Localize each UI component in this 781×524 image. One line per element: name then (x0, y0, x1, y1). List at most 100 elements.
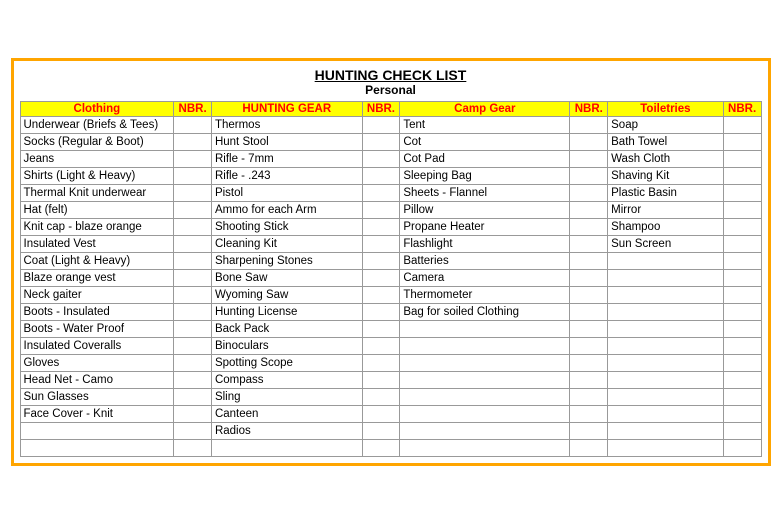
gear-cell: Pistol (211, 185, 362, 202)
clothing-cell: Thermal Knit underwear (20, 185, 174, 202)
table-row: GlovesSpotting Scope (20, 355, 761, 372)
nbr1-cell (174, 151, 212, 168)
clothing-cell: Boots - Water Proof (20, 321, 174, 338)
toiletries-cell (608, 304, 724, 321)
table-row: Radios (20, 423, 761, 440)
gear-cell: Bone Saw (211, 270, 362, 287)
nbr2-cell (362, 321, 400, 338)
nbr2-cell (362, 287, 400, 304)
camp-cell: Bag for soiled Clothing (400, 304, 570, 321)
nbr2-cell (362, 304, 400, 321)
nbr3-cell (570, 338, 608, 355)
nbr2-cell (362, 134, 400, 151)
camp-cell: Cot Pad (400, 151, 570, 168)
nbr4-cell (723, 253, 761, 270)
nbr1-cell (174, 134, 212, 151)
header-nbr2: NBR. (362, 102, 400, 117)
camp-cell (400, 440, 570, 457)
header-clothing: Clothing (20, 102, 174, 117)
clothing-cell: Insulated Vest (20, 236, 174, 253)
nbr4-cell (723, 321, 761, 338)
nbr3-cell (570, 219, 608, 236)
camp-cell (400, 338, 570, 355)
table-body: Underwear (Briefs & Tees)ThermosTentSoap… (20, 117, 761, 457)
clothing-cell: Coat (Light & Heavy) (20, 253, 174, 270)
nbr1-cell (174, 287, 212, 304)
nbr4-cell (723, 117, 761, 134)
table-row: Boots - Water Proof Back Pack (20, 321, 761, 338)
nbr1-cell (174, 440, 212, 457)
table-row: Face Cover - KnitCanteen (20, 406, 761, 423)
table-row: JeansRifle - 7mmCot PadWash Cloth (20, 151, 761, 168)
toiletries-cell: Mirror (608, 202, 724, 219)
nbr1-cell (174, 236, 212, 253)
nbr1-cell (174, 219, 212, 236)
main-container: HUNTING CHECK LIST Personal Clothing NBR… (11, 58, 771, 466)
header-nbr4: NBR. (723, 102, 761, 117)
table-row: Insulated VestCleaning KitFlashlightSun … (20, 236, 761, 253)
camp-cell: Thermometer (400, 287, 570, 304)
nbr2-cell (362, 185, 400, 202)
nbr3-cell (570, 372, 608, 389)
gear-cell: Spotting Scope (211, 355, 362, 372)
nbr3-cell (570, 321, 608, 338)
nbr3-cell (570, 406, 608, 423)
nbr1-cell (174, 168, 212, 185)
nbr2-cell (362, 338, 400, 355)
clothing-cell: Socks (Regular & Boot) (20, 134, 174, 151)
nbr1-cell (174, 338, 212, 355)
nbr4-cell (723, 304, 761, 321)
toiletries-cell (608, 389, 724, 406)
nbr4-cell (723, 168, 761, 185)
table-row: Underwear (Briefs & Tees)ThermosTentSoap (20, 117, 761, 134)
table-row: Head Net - CamoCompass (20, 372, 761, 389)
camp-cell: Sleeping Bag (400, 168, 570, 185)
toiletries-cell: Plastic Basin (608, 185, 724, 202)
camp-cell (400, 372, 570, 389)
table-row: Coat (Light & Heavy)Sharpening StonesBat… (20, 253, 761, 270)
nbr2-cell (362, 151, 400, 168)
clothing-cell: Boots - Insulated (20, 304, 174, 321)
gear-cell: Ammo for each Arm (211, 202, 362, 219)
clothing-cell: Underwear (Briefs & Tees) (20, 117, 174, 134)
toiletries-cell (608, 321, 724, 338)
nbr4-cell (723, 219, 761, 236)
nbr2-cell (362, 202, 400, 219)
camp-cell: Pillow (400, 202, 570, 219)
nbr3-cell (570, 117, 608, 134)
toiletries-cell (608, 287, 724, 304)
camp-cell: Tent (400, 117, 570, 134)
table-row: Shirts (Light & Heavy)Rifle - .243Sleepi… (20, 168, 761, 185)
camp-cell: Camera (400, 270, 570, 287)
nbr2-cell (362, 406, 400, 423)
gear-cell: Hunting License (211, 304, 362, 321)
nbr4-cell (723, 151, 761, 168)
gear-cell: Wyoming Saw (211, 287, 362, 304)
nbr4-cell (723, 287, 761, 304)
nbr3-cell (570, 134, 608, 151)
camp-cell (400, 389, 570, 406)
toiletries-cell (608, 406, 724, 423)
gear-cell: Back Pack (211, 321, 362, 338)
nbr3-cell (570, 236, 608, 253)
toiletries-cell: Bath Towel (608, 134, 724, 151)
toiletries-cell (608, 423, 724, 440)
nbr2-cell (362, 219, 400, 236)
main-title: HUNTING CHECK LIST (20, 67, 762, 83)
table-row: Neck gaiterWyoming SawThermometer (20, 287, 761, 304)
nbr4-cell (723, 202, 761, 219)
camp-cell: Flashlight (400, 236, 570, 253)
clothing-cell: Hat (felt) (20, 202, 174, 219)
clothing-cell: Head Net - Camo (20, 372, 174, 389)
toiletries-cell (608, 440, 724, 457)
nbr4-cell (723, 134, 761, 151)
nbr1-cell (174, 355, 212, 372)
gear-cell: Canteen (211, 406, 362, 423)
nbr3-cell (570, 440, 608, 457)
nbr3-cell (570, 253, 608, 270)
camp-cell (400, 355, 570, 372)
gear-cell (211, 440, 362, 457)
nbr4-cell (723, 236, 761, 253)
nbr1-cell (174, 185, 212, 202)
nbr3-cell (570, 423, 608, 440)
